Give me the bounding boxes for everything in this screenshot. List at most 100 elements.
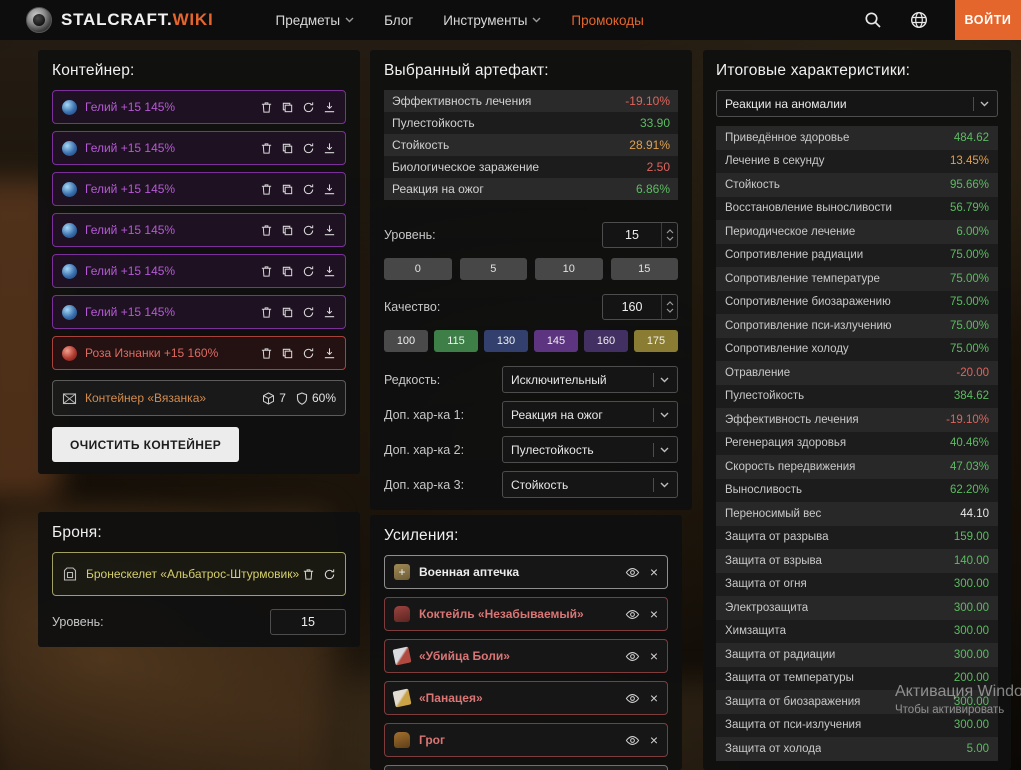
login-button[interactable]: ВОЙТИ: [955, 0, 1021, 40]
container-item-row[interactable]: Роза Изнанки +15 160%: [52, 336, 346, 370]
boost-actions: ×: [625, 565, 658, 580]
quality-option-button[interactable]: 100: [384, 330, 428, 352]
totals-row: Химзащита 300.00: [716, 620, 998, 644]
extra-stat-select[interactable]: Реакция на ожог: [502, 401, 678, 428]
container-item-row[interactable]: Гелий +15 145%: [52, 172, 346, 206]
download-icon[interactable]: [323, 265, 336, 278]
refresh-icon[interactable]: [302, 224, 315, 237]
site-title: STALCRAFT.WIKI: [61, 10, 214, 30]
trash-icon[interactable]: [260, 101, 273, 114]
refresh-icon[interactable]: [302, 265, 315, 278]
trash-icon[interactable]: [260, 347, 273, 360]
refresh-icon[interactable]: [302, 347, 315, 360]
trash-icon[interactable]: [260, 183, 273, 196]
quality-option-button[interactable]: 130: [484, 330, 528, 352]
anomaly-reaction-select[interactable]: Реакции на аномалии: [716, 90, 998, 117]
level-input[interactable]: 15: [602, 222, 678, 248]
trash-icon[interactable]: [302, 568, 315, 581]
nav-item[interactable]: Блог: [384, 13, 413, 28]
rarity-select[interactable]: Исключительный: [502, 366, 678, 393]
download-icon[interactable]: [323, 183, 336, 196]
copy-icon[interactable]: [281, 306, 294, 319]
close-icon[interactable]: ×: [650, 607, 658, 621]
container-item-row[interactable]: Гелий +15 145%: [52, 131, 346, 165]
trash-icon[interactable]: [260, 142, 273, 155]
totals-row-value: 140.00: [954, 555, 989, 567]
extra-stat-select[interactable]: Пулестойкость: [502, 436, 678, 463]
container-summary-row[interactable]: Контейнер «Вязанка» 7 60%: [52, 380, 346, 416]
stat-value: 33.90: [640, 116, 670, 130]
armor-row[interactable]: Бронескелет «Альбатрос-Штурмовик»: [52, 552, 346, 596]
nav-item[interactable]: Предметы: [276, 13, 355, 28]
totals-row-label: Химзащита: [725, 625, 786, 637]
refresh-icon[interactable]: [302, 101, 315, 114]
boost-row[interactable]: Военная аптечка ×: [384, 555, 668, 589]
totals-row-label: Лечение в секунду: [725, 155, 825, 167]
copy-icon[interactable]: [281, 347, 294, 360]
eye-icon[interactable]: [625, 649, 640, 664]
level-stepper[interactable]: [661, 223, 677, 247]
boost-row[interactable]: Грог ×: [384, 723, 668, 757]
totals-row-label: Регенерация здоровья: [725, 437, 846, 449]
close-icon[interactable]: ×: [650, 565, 658, 579]
quality-input[interactable]: 160: [602, 294, 678, 320]
close-icon[interactable]: ×: [650, 691, 658, 705]
download-icon[interactable]: [323, 224, 336, 237]
trash-icon[interactable]: [260, 224, 273, 237]
container-item-row[interactable]: Гелий +15 145%: [52, 90, 346, 124]
level-option-button[interactable]: 15: [611, 258, 679, 280]
container-item-row[interactable]: Гелий +15 145%: [52, 254, 346, 288]
search-icon[interactable]: [863, 10, 883, 30]
nav-item-label: Предметы: [276, 13, 341, 28]
armor-level-input[interactable]: 15: [270, 609, 346, 635]
quality-option-button[interactable]: 145: [534, 330, 578, 352]
clear-container-button[interactable]: ОЧИСТИТЬ КОНТЕЙНЕР: [52, 427, 239, 462]
dropdown-controls: [653, 408, 669, 422]
site-logo[interactable]: STALCRAFT.WIKI: [26, 7, 214, 33]
boost-row-clipped[interactable]: [384, 765, 668, 770]
quality-option-button[interactable]: 175: [634, 330, 678, 352]
refresh-icon[interactable]: [302, 142, 315, 155]
totals-row-value: 75.00%: [950, 249, 989, 261]
nav-item[interactable]: Инструменты: [443, 13, 541, 28]
close-icon[interactable]: ×: [650, 649, 658, 663]
eye-icon[interactable]: [625, 565, 640, 580]
level-option-button[interactable]: 10: [535, 258, 603, 280]
level-option-button[interactable]: 0: [384, 258, 452, 280]
download-icon[interactable]: [323, 306, 336, 319]
trash-icon[interactable]: [260, 265, 273, 278]
boost-actions: ×: [625, 649, 658, 664]
item-actions: [260, 265, 336, 278]
download-icon[interactable]: [323, 142, 336, 155]
trash-icon[interactable]: [260, 306, 273, 319]
refresh-icon[interactable]: [302, 183, 315, 196]
eye-icon[interactable]: [625, 733, 640, 748]
close-icon[interactable]: ×: [650, 733, 658, 747]
extra-stat-label: Доп. хар-ка 1:: [384, 408, 464, 422]
extra-stat-select[interactable]: Стойкость: [502, 471, 678, 498]
refresh-icon[interactable]: [323, 568, 336, 581]
copy-icon[interactable]: [281, 183, 294, 196]
container-panel: Контейнер: Гелий +15 145% Гелий +: [38, 50, 360, 474]
container-item-row[interactable]: Гелий +15 145%: [52, 295, 346, 329]
quality-stepper[interactable]: [661, 295, 677, 319]
eye-icon[interactable]: [625, 691, 640, 706]
copy-icon[interactable]: [281, 224, 294, 237]
copy-icon[interactable]: [281, 101, 294, 114]
refresh-icon[interactable]: [302, 306, 315, 319]
totals-row-value: 300.00: [954, 578, 989, 590]
level-option-button[interactable]: 5: [460, 258, 528, 280]
eye-icon[interactable]: [625, 607, 640, 622]
copy-icon[interactable]: [281, 142, 294, 155]
copy-icon[interactable]: [281, 265, 294, 278]
nav-item[interactable]: Промокоды: [571, 13, 643, 28]
boost-row[interactable]: «Панацея» ×: [384, 681, 668, 715]
boost-row[interactable]: Коктейль «Незабываемый» ×: [384, 597, 668, 631]
boost-row[interactable]: «Убийца Боли» ×: [384, 639, 668, 673]
globe-icon[interactable]: [909, 10, 929, 30]
download-icon[interactable]: [323, 101, 336, 114]
container-item-row[interactable]: Гелий +15 145%: [52, 213, 346, 247]
quality-option-button[interactable]: 115: [434, 330, 478, 352]
quality-option-button[interactable]: 160: [584, 330, 628, 352]
download-icon[interactable]: [323, 347, 336, 360]
